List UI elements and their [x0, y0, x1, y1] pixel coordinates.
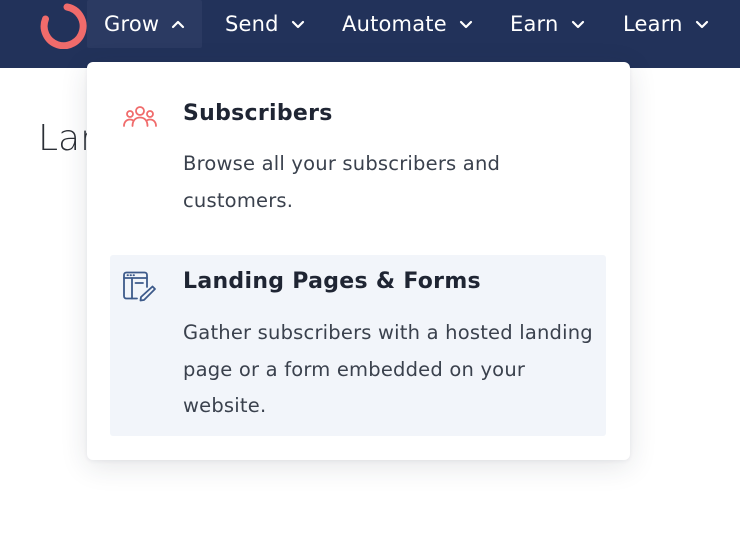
people-group-icon: [123, 106, 157, 127]
menu-item-landing-pages-forms[interactable]: Landing Pages & Forms Gather subscribers…: [110, 255, 606, 436]
grow-dropdown-menu: Subscribers Browse all your subscribers …: [87, 62, 630, 460]
landing-page-form-icon: [123, 271, 156, 302]
nav-learn[interactable]: Learn: [623, 0, 709, 48]
chevron-down-icon: [291, 17, 305, 31]
nav-earn[interactable]: Earn: [510, 0, 585, 48]
nav-automate-label: Automate: [342, 12, 447, 36]
nav-automate[interactable]: Automate: [342, 0, 473, 48]
nav-learn-label: Learn: [623, 12, 683, 36]
menu-item-description: Gather subscribers with a hosted landing…: [183, 321, 593, 417]
menu-item-title: Landing Pages & Forms: [183, 269, 481, 294]
menu-item-subscribers[interactable]: Subscribers Browse all your subscribers …: [110, 82, 606, 242]
chevron-down-icon: [695, 17, 709, 31]
nav-send[interactable]: Send: [225, 0, 305, 48]
nav-send-label: Send: [225, 12, 279, 36]
chevron-up-icon: [171, 17, 185, 31]
nav-grow-label: Grow: [104, 12, 160, 36]
chevron-down-icon: [459, 17, 473, 31]
nav-earn-label: Earn: [510, 12, 559, 36]
nav-grow[interactable]: Grow: [87, 0, 203, 48]
menu-item-description: Browse all your subscribers and customer…: [183, 152, 501, 212]
top-navbar: Grow Send Automate Earn Learn: [0, 0, 740, 68]
menu-item-title: Subscribers: [183, 101, 333, 126]
convertkit-logo[interactable]: [37, 3, 87, 49]
chevron-down-icon: [571, 17, 585, 31]
